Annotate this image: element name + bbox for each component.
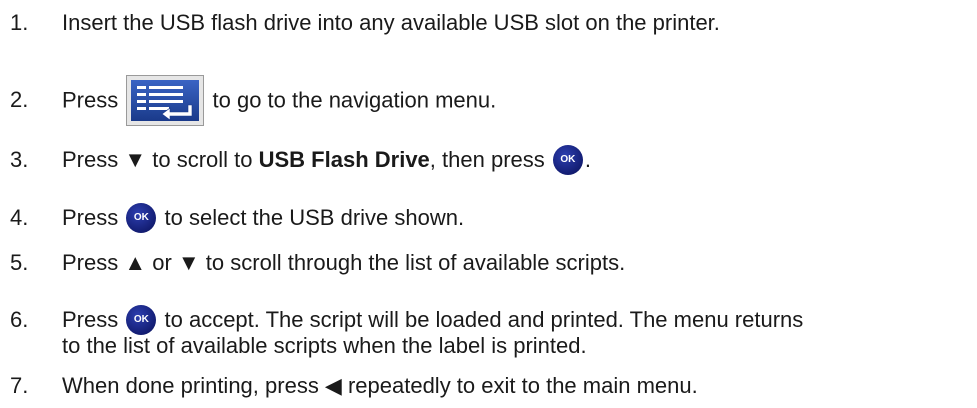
step-number: 2. — [10, 87, 29, 112]
step-number: 3. — [10, 147, 29, 172]
step-text-after: to accept. The script will be loaded and… — [164, 307, 804, 332]
step-text: Press ▲ or ▼ to scroll through the list … — [62, 250, 626, 275]
step-text: Press OK to select the USB drive shown. — [62, 203, 464, 233]
step-number: 6. — [10, 307, 29, 332]
ok-button-icon: OK — [126, 203, 157, 233]
step-text-after: to select the USB drive shown. — [164, 205, 465, 230]
step-text-mid: , then press — [429, 147, 545, 172]
step-number: 4. — [10, 205, 29, 230]
step-text-before: Press — [62, 205, 119, 230]
step-number: 5. — [10, 250, 29, 275]
step-text: Press ▼ to scroll to USB Flash Drive, th… — [62, 145, 591, 175]
step-number: 1. — [10, 10, 29, 35]
step-text-after: . — [584, 147, 591, 172]
ok-button-icon: OK — [552, 145, 583, 175]
step-text: When done printing, press ◀ repeatedly t… — [62, 373, 698, 398]
navigation-menu-icon — [126, 75, 205, 126]
step-text-after: to go to the navigation menu. — [212, 87, 497, 113]
step-text: Press OK to accept. The script will be l… — [62, 305, 803, 335]
ok-button-icon: OK — [126, 305, 157, 335]
step-number: 7. — [10, 373, 29, 398]
step-text-before: Press ▼ to scroll to — [62, 147, 253, 172]
step-text-before: Press — [62, 87, 119, 113]
step-text: Insert the USB flash drive into any avai… — [62, 10, 720, 35]
step-text-before: Press — [62, 307, 119, 332]
step-text-bold: USB Flash Drive — [258, 147, 430, 172]
step-text: Press to go to the navigation menu. — [62, 75, 496, 126]
step-text-line2: to the list of available scripts when th… — [62, 333, 587, 358]
